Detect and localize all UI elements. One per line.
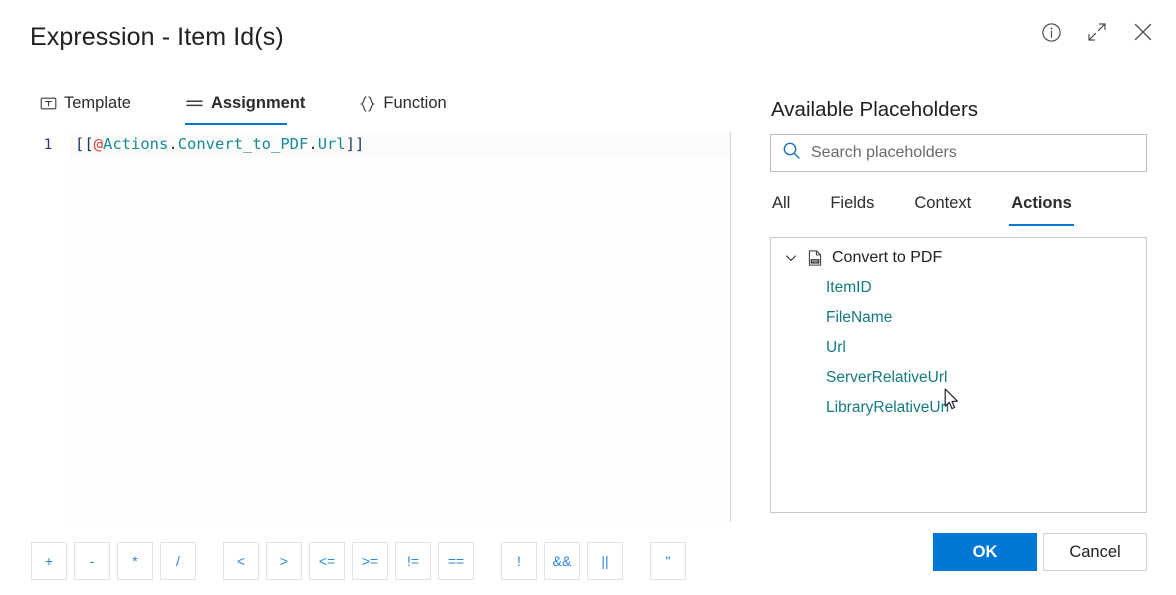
operator-greater-equal[interactable]: >=	[352, 542, 388, 580]
info-icon[interactable]	[1036, 17, 1066, 47]
placeholder-tab-all-label: All	[772, 194, 791, 212]
placeholder-tab-actions-label: Actions	[1011, 194, 1072, 212]
operator-divide[interactable]: /	[160, 542, 196, 580]
operator-plus[interactable]: +	[31, 542, 67, 580]
chevron-down-icon[interactable]	[784, 251, 798, 265]
expression-editor-pane: Template Assignment Function 1 [[@Action…	[0, 72, 740, 595]
line-number: 1	[43, 136, 53, 153]
tab-template[interactable]: Template	[38, 88, 149, 125]
code-token-actions: Actions	[103, 135, 169, 153]
operator-group-literal: "	[650, 542, 686, 580]
operator-group-comparison: < > <= >= != ==	[223, 542, 474, 580]
placeholder-tab-fields-label: Fields	[830, 194, 875, 212]
editor-empty-area[interactable]	[70, 157, 730, 522]
expand-icon[interactable]	[1082, 17, 1112, 47]
tree-node-convert-to-pdf[interactable]: PDF Convert to PDF	[771, 238, 1146, 273]
dialog-title: Expression - Item Id(s)	[30, 23, 284, 51]
operator-equal[interactable]: ==	[438, 542, 474, 580]
operator-greater-than[interactable]: >	[266, 542, 302, 580]
text-box-icon	[40, 95, 57, 112]
code-token-action-name: Convert_to_PDF	[177, 135, 309, 153]
placeholder-item-filename[interactable]: FileName	[771, 303, 1146, 333]
braces-icon	[359, 95, 376, 113]
operator-toolbar: + - * / < > <= >= != == ! && || "	[31, 542, 686, 580]
tab-function[interactable]: Function	[357, 88, 464, 125]
placeholder-search-box[interactable]	[770, 134, 1147, 172]
operator-and[interactable]: &&	[544, 542, 580, 580]
placeholder-tab-actions[interactable]: Actions	[1009, 190, 1074, 226]
equals-icon	[185, 95, 204, 112]
placeholder-tab-context-label: Context	[914, 194, 972, 212]
operator-group-logical: ! && ||	[501, 542, 623, 580]
operator-less-than[interactable]: <	[223, 542, 259, 580]
pdf-document-icon: PDF	[806, 249, 824, 267]
operator-or[interactable]: ||	[587, 542, 623, 580]
code-token-property: Url	[317, 135, 346, 153]
placeholder-item-serverrelativeurl[interactable]: ServerRelativeUrl	[771, 363, 1146, 393]
placeholder-category-tabs: All Fields Context Actions	[770, 190, 1110, 226]
expression-dialog: Expression - Item Id(s) Template Assignm…	[0, 0, 1176, 595]
search-input[interactable]	[811, 144, 1136, 162]
code-text[interactable]: [[@Actions.Convert_to_PDF.Url]]	[70, 132, 730, 157]
close-icon[interactable]	[1128, 17, 1158, 47]
placeholder-tree: PDF Convert to PDF ItemID FileName Url S…	[770, 237, 1147, 513]
window-controls	[1036, 17, 1158, 47]
placeholder-item-libraryrelativeurl[interactable]: LibraryRelativeUrl	[771, 393, 1146, 423]
placeholder-tab-active-underline	[1009, 223, 1074, 226]
placeholder-item-url[interactable]: Url	[771, 333, 1146, 363]
code-token-at: @	[93, 135, 104, 153]
code-line-1[interactable]: 1 [[@Actions.Convert_to_PDF.Url]]	[26, 132, 730, 157]
operator-group-arithmetic: + - * /	[31, 542, 196, 580]
tab-assignment[interactable]: Assignment	[183, 88, 323, 125]
editor-tabs: Template Assignment Function	[38, 88, 499, 125]
code-token-close-bracket: ]]	[345, 135, 365, 153]
placeholders-heading: Available Placeholders	[771, 98, 979, 121]
tab-active-underline	[184, 122, 288, 125]
svg-text:PDF: PDF	[812, 260, 819, 264]
operator-less-equal[interactable]: <=	[309, 542, 345, 580]
placeholder-tab-all[interactable]: All	[770, 190, 792, 226]
tab-function-label: Function	[383, 94, 447, 112]
ok-button[interactable]: OK	[933, 533, 1037, 571]
placeholder-item-itemid[interactable]: ItemID	[771, 273, 1146, 303]
placeholder-tab-fields[interactable]: Fields	[828, 190, 876, 226]
operator-multiply[interactable]: *	[117, 542, 153, 580]
tab-template-label: Template	[64, 94, 131, 112]
placeholder-tab-context[interactable]: Context	[912, 190, 973, 226]
tab-assignment-label: Assignment	[210, 94, 306, 112]
code-token-dot-1: .	[168, 135, 178, 153]
operator-not-equal[interactable]: !=	[395, 542, 431, 580]
operator-not[interactable]: !	[501, 542, 537, 580]
cancel-button[interactable]: Cancel	[1043, 533, 1147, 571]
tree-node-label: Convert to PDF	[832, 249, 943, 266]
operator-minus[interactable]: -	[74, 542, 110, 580]
search-icon	[782, 141, 801, 165]
dialog-titlebar: Expression - Item Id(s)	[0, 0, 1176, 72]
operator-quote[interactable]: "	[650, 542, 686, 580]
code-editor[interactable]: 1 [[@Actions.Convert_to_PDF.Url]]	[26, 132, 731, 522]
code-token-dot-2: .	[308, 135, 318, 153]
available-placeholders-pane: Available Placeholders All Fields Contex…	[762, 72, 1176, 595]
code-token-open-bracket: [[	[75, 135, 94, 153]
